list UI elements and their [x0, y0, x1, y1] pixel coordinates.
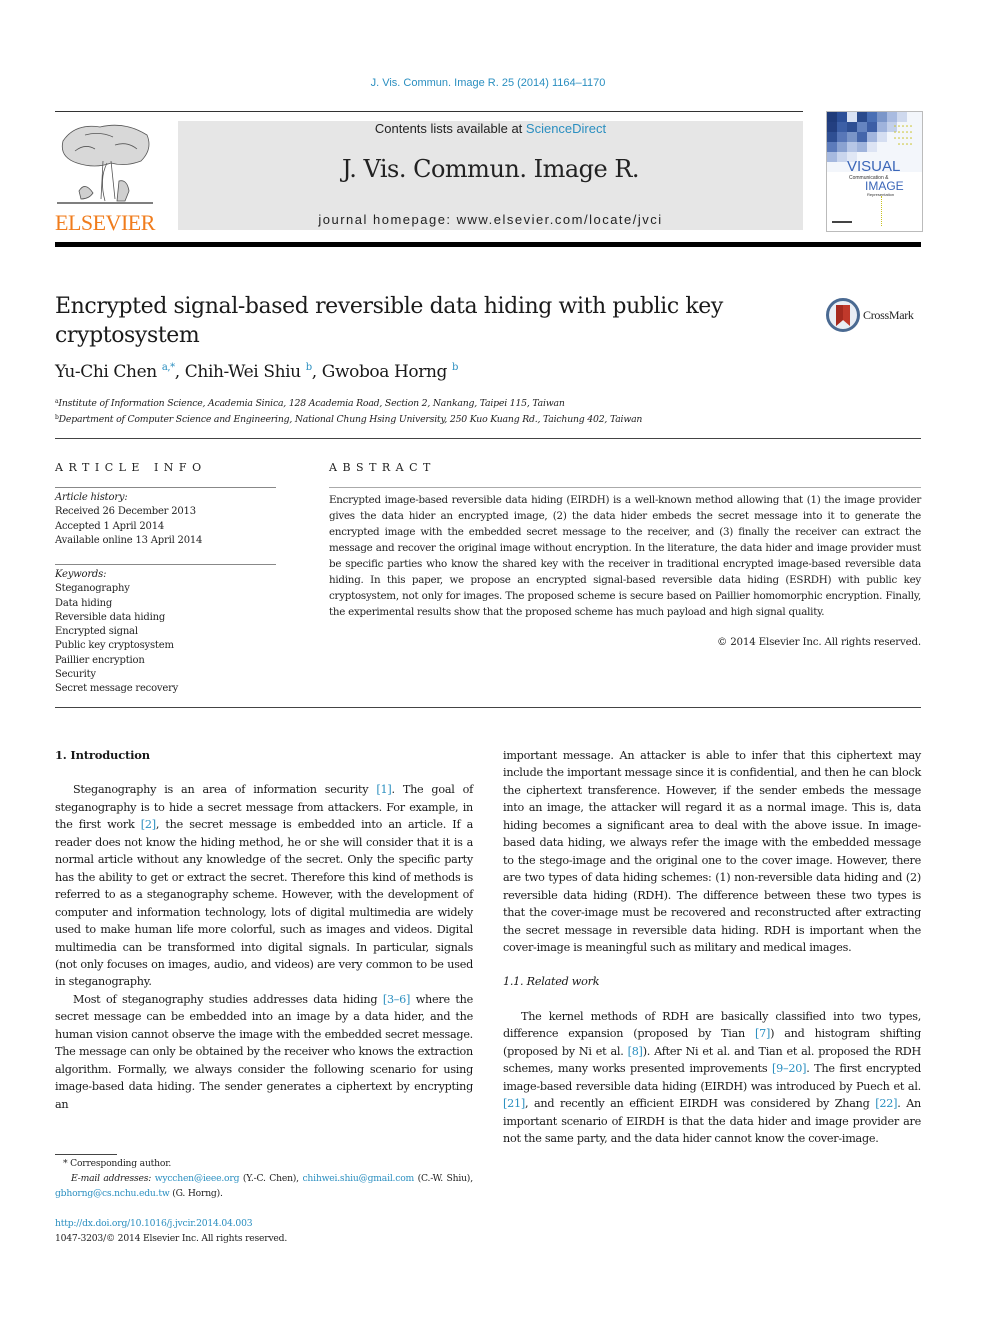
paragraph: The kernel methods of RDH are basically … [503, 1008, 921, 1148]
header-divider [55, 111, 803, 112]
journal-masthead: Contents lists available at ScienceDirec… [178, 121, 803, 230]
author-separator: , [311, 362, 322, 382]
keywords-label: Keywords: [55, 569, 107, 580]
cover-dotted-line [881, 196, 883, 226]
elsevier-wordmark: ELSEVIER [55, 210, 155, 235]
doi-block: http://dx.doi.org/10.1016/j.jvcir.2014.0… [55, 1216, 287, 1246]
email-link[interactable]: chihwei.shiu@gmail.com [302, 1173, 414, 1184]
citation-link[interactable]: [1] [376, 783, 391, 796]
section-heading-introduction: 1. Introduction [55, 748, 150, 762]
issn-copyright: 1047-3203/© 2014 Elsevier Inc. All right… [55, 1233, 288, 1244]
homepage-prefix: journal homepage: [318, 212, 457, 227]
article-title: Encrypted signal-based reversible data h… [55, 294, 723, 348]
keyword-item: Reversible data hiding [55, 611, 166, 623]
corresponding-author-note: * Corresponding author. [63, 1158, 172, 1169]
article-info-heading: ARTICLE INFO [55, 461, 207, 474]
affiliation-item: bDepartment of Computer Science and Engi… [55, 411, 642, 427]
crossmark-icon [826, 298, 860, 332]
paragraph-text: , the secret message is embedded into an… [55, 818, 473, 989]
email-link[interactable]: wycchen@ieee.org [155, 1173, 240, 1184]
doi-link[interactable]: http://dx.doi.org/10.1016/j.jvcir.2014.0… [55, 1218, 253, 1229]
elsevier-tree-icon [57, 124, 153, 204]
affiliations-divider [55, 438, 921, 439]
paragraph: Most of steganography studies addresses … [55, 991, 473, 1113]
history-item: Received 26 December 2013 [55, 506, 196, 518]
keyword-item: Secret message recovery [55, 683, 179, 695]
history-label: Article history: [55, 492, 128, 503]
affiliation-text: Institute of Information Science, Academ… [58, 398, 565, 409]
author-name[interactable]: Gwoboa Horng [322, 362, 448, 382]
journal-citation-link[interactable]: J. Vis. Commun. Image R. 25 (2014) 1164–… [0, 77, 976, 89]
affiliation-item: aInstitute of Information Science, Acade… [55, 395, 642, 411]
abstract-divider [329, 487, 921, 488]
citation-link[interactable]: [8] [628, 1045, 643, 1058]
affiliation-text: Department of Computer Science and Engin… [58, 414, 643, 425]
footnotes: * Corresponding author. E-mail addresses… [55, 1156, 473, 1201]
body-column-right: important message. An attacker is able t… [503, 747, 921, 1148]
paragraph-text: , and recently an efficient EIRDH was co… [524, 1097, 876, 1111]
author-separator: , [174, 362, 185, 382]
contents-prefix: Contents lists available at [374, 121, 526, 136]
crossmark-label: CrossMark [863, 308, 914, 322]
affiliations: aInstitute of Information Science, Acade… [55, 395, 642, 427]
history-item: Available online 13 April 2014 [55, 534, 203, 546]
keyword-item: Steganography [55, 583, 130, 595]
front-matter-divider [55, 707, 921, 708]
abstract-heading: ABSTRACT [329, 461, 436, 474]
body-column-left: 1. Introduction Steganography is an area… [55, 747, 473, 1113]
keyword-item: Data hiding [55, 597, 113, 609]
citation-link[interactable]: [22] [875, 1097, 897, 1110]
email-link[interactable]: gbhorng@cs.nchu.edu.tw [55, 1188, 170, 1199]
article-info-divider [55, 487, 276, 488]
citation-link[interactable]: [2] [141, 818, 156, 831]
paragraph-continued: important message. An attacker is able t… [503, 749, 921, 954]
cover-word-image: IMAGE [865, 179, 904, 193]
paragraph-text: Most of steganography studies addresses … [73, 992, 383, 1006]
citation-link[interactable]: [7] [755, 1027, 770, 1040]
sciencedirect-link[interactable]: ScienceDirect [526, 121, 606, 136]
homepage-line: journal homepage: www.elsevier.com/locat… [178, 212, 803, 227]
abstract-text: Encrypted image-based reversible data hi… [329, 494, 921, 618]
masthead-thick-divider [55, 242, 921, 247]
author-affiliation-marker[interactable]: a,* [162, 362, 175, 373]
citation-link[interactable]: [3–6] [383, 993, 411, 1006]
subsection-heading-related-work: 1.1. Related work [503, 975, 600, 989]
author-list: Yu-Chi Chen a,*, Chih-Wei Shiu b, Gwoboa… [55, 362, 458, 382]
journal-cover-thumbnail[interactable]: VISUAL Communication & IMAGE Representat… [826, 111, 923, 232]
email-owner: (G. Horng). [172, 1188, 223, 1199]
keyword-item: Encrypted signal [55, 626, 138, 638]
elsevier-logo[interactable]: ELSEVIER [55, 121, 155, 235]
homepage-link[interactable]: www.elsevier.com/locate/jvci [457, 212, 663, 227]
email-owner: (Y.-C. Chen) [242, 1173, 297, 1184]
journal-title: J. Vis. Commun. Image R. [341, 155, 640, 183]
history-item: Accepted 1 April 2014 [55, 520, 165, 532]
abstract-copyright: © 2014 Elsevier Inc. All rights reserved… [717, 636, 921, 648]
author-name[interactable]: Yu-Chi Chen [55, 362, 157, 382]
keyword-item: Security [55, 669, 96, 681]
author-name[interactable]: Chih-Wei Shiu [185, 362, 301, 382]
email-owner: (C.-W. Shiu) [417, 1173, 471, 1184]
crossmark-button[interactable]: CrossMark [826, 298, 926, 334]
email-note: E-mail addresses: wycchen@ieee.org (Y.-C… [55, 1173, 473, 1199]
footnote-divider [55, 1154, 117, 1155]
citation-link[interactable]: [21] [503, 1097, 525, 1110]
paragraph-text: Steganography is an area of information … [73, 783, 377, 797]
paragraph-text: where the secret message can be embedded… [55, 992, 473, 1111]
keywords-list: Keywords: Steganography Data hiding Reve… [55, 568, 178, 697]
article-history: Article history: Received 26 December 20… [55, 491, 202, 548]
keyword-item: Public key cryptosystem [55, 640, 174, 652]
cover-word-visual: VISUAL [847, 158, 901, 175]
cover-publisher-mark [832, 221, 852, 223]
citation-link[interactable]: [9–20] [772, 1062, 806, 1075]
contents-line: Contents lists available at ScienceDirec… [178, 121, 803, 136]
keywords-divider [55, 564, 276, 565]
paragraph: Steganography is an area of information … [55, 781, 473, 990]
author-affiliation-marker[interactable]: b [452, 362, 458, 373]
email-label: E-mail addresses: [71, 1173, 152, 1184]
keyword-item: Paillier encryption [55, 654, 145, 666]
